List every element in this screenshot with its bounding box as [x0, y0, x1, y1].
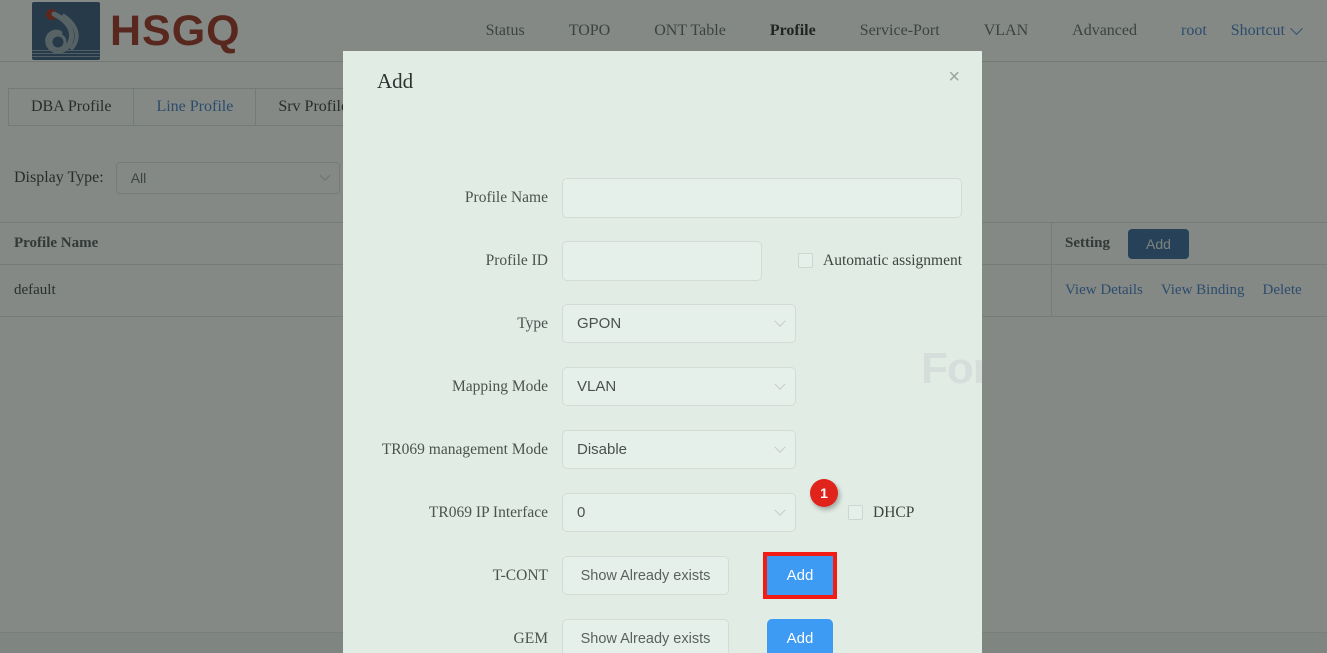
dialog-title: Add	[377, 69, 414, 93]
step-badge-1: 1	[810, 479, 838, 507]
label-mapping-mode: Mapping Mode	[451, 377, 548, 395]
label-automatic-assignment: Automatic assignment	[823, 251, 963, 269]
add-line-profile-dialog: Add × ForoISP Profile Name Profile ID Au…	[343, 51, 982, 653]
mapping-mode-select[interactable]: VLAN	[562, 367, 796, 406]
gem-add-button[interactable]: Add	[767, 619, 833, 653]
automatic-assignment-checkbox-group[interactable]: Automatic assignment	[798, 252, 962, 270]
field-row-type: Type GPON	[343, 292, 982, 355]
chevron-down-icon	[774, 441, 786, 453]
chevron-down-icon	[774, 504, 786, 516]
add-profile-form: Profile Name Profile ID Automatic assign…	[343, 166, 982, 653]
mapping-mode-value: VLAN	[577, 378, 617, 395]
profile-name-input[interactable]	[562, 177, 962, 218]
close-icon[interactable]: ×	[948, 67, 960, 87]
chevron-down-icon	[774, 315, 786, 327]
label-tr069-ip-interface: TR069 IP Interface	[428, 503, 548, 521]
field-row-tcont: T-CONT Show Already exists Add	[343, 544, 982, 607]
tr069-ip-interface-select[interactable]: 0	[562, 493, 796, 532]
automatic-assignment-checkbox[interactable]	[798, 253, 813, 268]
field-row-tr069-ip-interface: TR069 IP Interface 0 DHCP	[343, 481, 982, 544]
dhcp-checkbox[interactable]	[848, 505, 863, 520]
label-profile-id: Profile ID	[485, 251, 548, 269]
chevron-down-icon	[774, 378, 786, 390]
field-row-gem: GEM Show Already exists Add	[343, 607, 982, 653]
label-type: Type	[517, 314, 548, 332]
field-row-tr069-management-mode: TR069 management Mode Disable	[343, 418, 982, 481]
app-root: HSGQ Status TOPO ONT Table Profile Servi…	[0, 0, 1327, 653]
label-tcont: T-CONT	[492, 566, 548, 584]
tr069-ip-interface-value: 0	[577, 504, 586, 521]
dhcp-checkbox-group[interactable]: DHCP	[848, 504, 914, 522]
label-dhcp: DHCP	[873, 503, 915, 521]
label-tr069-management-mode: TR069 management Mode	[381, 440, 548, 458]
label-gem: GEM	[513, 629, 548, 647]
field-row-profile-name: Profile Name	[343, 166, 982, 229]
tcont-show-existing-button[interactable]: Show Already exists	[562, 556, 729, 595]
field-row-mapping-mode: Mapping Mode VLAN	[343, 355, 982, 418]
type-select[interactable]: GPON	[562, 304, 796, 343]
profile-id-input[interactable]	[562, 240, 762, 281]
field-row-profile-id: Profile ID Automatic assignment	[343, 229, 982, 292]
tr069-management-mode-select[interactable]: Disable	[562, 430, 796, 469]
tr069-management-mode-value: Disable	[577, 441, 628, 458]
label-profile-name: Profile Name	[464, 188, 548, 206]
tcont-add-button[interactable]: Add	[763, 552, 837, 599]
type-value: GPON	[577, 315, 622, 332]
gem-show-existing-button[interactable]: Show Already exists	[562, 619, 729, 653]
